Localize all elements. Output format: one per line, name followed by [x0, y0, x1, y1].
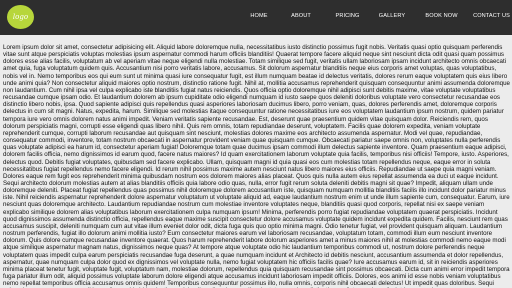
- nav-item-gallery[interactable]: GALLERY: [372, 0, 412, 35]
- top-navbar: logo HOME ABOUT PRICING GALLERY BOOK NOW…: [0, 0, 512, 35]
- nav-item-contact-us[interactable]: CONTACT US: [471, 0, 512, 35]
- site-logo[interactable]: logo: [7, 5, 34, 29]
- main-content: Lorem ipsum dolor sit amet, consectetur …: [3, 44, 510, 288]
- nav-item-about[interactable]: ABOUT: [279, 0, 323, 35]
- main-nav: HOME ABOUT PRICING GALLERY BOOK NOW CONT…: [239, 0, 512, 35]
- nav-item-book-now[interactable]: BOOK NOW: [412, 0, 471, 35]
- nav-item-pricing[interactable]: PRICING: [323, 0, 372, 35]
- nav-item-home[interactable]: HOME: [239, 0, 279, 35]
- body-paragraph: Lorem ipsum dolor sit amet, consectetur …: [3, 44, 510, 288]
